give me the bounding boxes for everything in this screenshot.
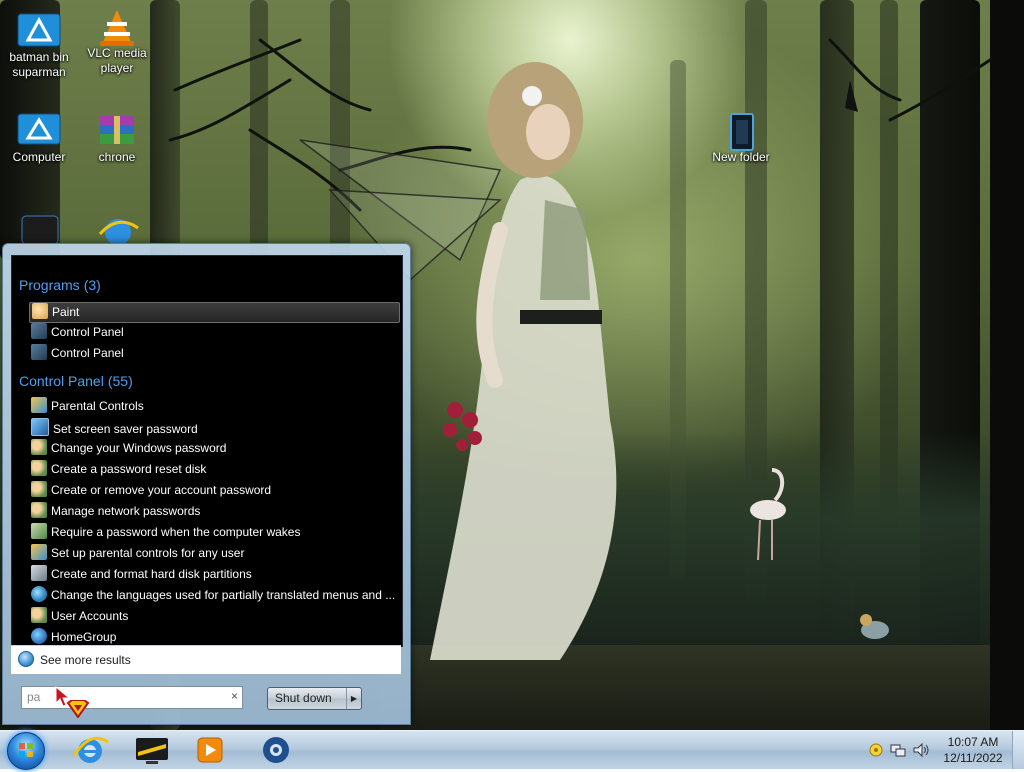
desktop-icon-label: chrone bbox=[98, 150, 136, 164]
folder-icon bbox=[719, 112, 763, 151]
result-label: Change your Windows password bbox=[51, 441, 227, 455]
result-label: Set screen saver password bbox=[53, 422, 198, 436]
users-icon bbox=[31, 439, 47, 455]
result-label: Create a password reset disk bbox=[51, 462, 207, 476]
result-paint[interactable]: Paint bbox=[29, 302, 400, 323]
clear-search-icon[interactable]: × bbox=[231, 689, 238, 703]
programs-group-header[interactable]: Programs (3) bbox=[19, 277, 101, 293]
desktop-icon-chrone[interactable]: chrone bbox=[78, 112, 156, 165]
start-button[interactable] bbox=[7, 732, 45, 770]
result-change-languages[interactable]: Change the languages used for partially … bbox=[29, 586, 398, 605]
vlc-cone-icon bbox=[95, 8, 139, 46]
result-parental-controls[interactable]: Parental Controls bbox=[29, 397, 398, 416]
users-icon bbox=[31, 460, 47, 476]
desktop-icon-label: batman bin bbox=[9, 50, 69, 64]
taskbar-media-center[interactable] bbox=[126, 732, 178, 768]
control-panel-header-count: (55) bbox=[107, 373, 133, 389]
result-label: Control Panel bbox=[51, 325, 124, 339]
desktop-icon-vlc-media-player[interactable]: VLC media player bbox=[78, 8, 156, 76]
control-panel-group-header[interactable]: Control Panel (55) bbox=[19, 373, 133, 389]
paint-palette-icon bbox=[32, 303, 48, 319]
result-password-reset-disk[interactable]: Create a password reset disk bbox=[29, 460, 398, 479]
desktop-icon-new-folder[interactable]: New folder bbox=[702, 112, 780, 165]
result-setup-parental-controls[interactable]: Set up parental controls for any user bbox=[29, 544, 398, 563]
result-label: Create and format hard disk partitions bbox=[51, 567, 252, 581]
admin-tools-icon bbox=[31, 565, 47, 581]
programs-header-count: (3) bbox=[83, 277, 101, 293]
result-label: Require a password when the computer wak… bbox=[51, 525, 301, 539]
taskbar-media-player[interactable] bbox=[184, 732, 236, 768]
media-center-icon bbox=[136, 738, 168, 764]
search-globe-icon bbox=[18, 651, 34, 667]
media-player-partial-icon bbox=[21, 215, 59, 244]
result-label: Control Panel bbox=[51, 346, 124, 360]
media-player-icon bbox=[197, 737, 223, 763]
taskbar-internet-explorer[interactable] bbox=[64, 732, 116, 768]
control-panel-icon bbox=[31, 323, 47, 339]
internet-explorer-icon bbox=[72, 736, 109, 763]
desktop-icon-label: New folder bbox=[712, 150, 770, 164]
result-change-windows-password[interactable]: Change your Windows password bbox=[29, 439, 398, 458]
taskbar-clock[interactable]: 10:07 AM 12/11/2022 bbox=[940, 734, 1006, 766]
result-require-password-on-wake[interactable]: Require a password when the computer wak… bbox=[29, 523, 398, 542]
start-search-input[interactable] bbox=[22, 687, 217, 706]
desktop-icon-label: VLC media bbox=[87, 46, 147, 60]
result-label: Manage network passwords bbox=[51, 504, 201, 518]
superman-cursor-badge-icon bbox=[66, 700, 90, 718]
result-label: Set up parental controls for any user bbox=[51, 546, 245, 560]
programs-header-label: Programs bbox=[19, 277, 80, 293]
action-center-flag-icon[interactable] bbox=[868, 742, 884, 758]
windows-logo-icon bbox=[19, 743, 33, 757]
result-control-panel[interactable]: Control Panel bbox=[29, 323, 398, 342]
result-disk-partitions[interactable]: Create and format hard disk partitions bbox=[29, 565, 398, 584]
volume-speaker-icon[interactable] bbox=[912, 742, 930, 758]
taskbar-pinned-app[interactable] bbox=[250, 732, 302, 768]
result-label: Paint bbox=[52, 305, 80, 319]
shutdown-options-arrow-icon[interactable]: ▶ bbox=[346, 688, 361, 709]
result-control-panel[interactable]: Control Panel bbox=[29, 344, 398, 363]
desktop-icon-label: suparman bbox=[12, 65, 66, 79]
result-manage-network-passwords[interactable]: Manage network passwords bbox=[29, 502, 398, 521]
desktop-icon-batman-bin-suparman[interactable]: batman bin suparman bbox=[0, 12, 78, 80]
desktop-icon-computer[interactable]: Computer bbox=[0, 112, 78, 165]
users-icon bbox=[31, 502, 47, 518]
monitor-icon bbox=[31, 418, 49, 436]
result-screen-saver-password[interactable]: Set screen saver password bbox=[29, 418, 398, 437]
desktop-icon-label: Computer bbox=[12, 150, 66, 164]
internet-explorer-partial-icon bbox=[98, 219, 139, 244]
result-label: HomeGroup bbox=[51, 630, 117, 644]
result-label: Change the languages used for partially … bbox=[51, 588, 396, 602]
see-more-label: See more results bbox=[40, 653, 131, 667]
region-globe-icon bbox=[31, 586, 47, 602]
clock-time: 10:07 AM bbox=[947, 735, 999, 749]
steam-like-icon bbox=[263, 737, 289, 763]
search-results-panel: Programs (3) Paint Control Panel Control … bbox=[11, 255, 403, 647]
result-label: Create or remove your account password bbox=[51, 483, 272, 497]
shutdown-button[interactable]: Shut down ▶ bbox=[267, 687, 362, 710]
users-icon bbox=[31, 607, 47, 623]
clock-date: 12/11/2022 bbox=[943, 751, 1003, 765]
parental-controls-icon bbox=[31, 544, 47, 560]
users-icon bbox=[31, 481, 47, 497]
result-user-accounts[interactable]: User Accounts bbox=[29, 607, 398, 626]
cyan-logo-icon bbox=[17, 12, 61, 48]
shutdown-label: Shut down bbox=[275, 691, 332, 705]
parental-controls-icon bbox=[31, 397, 47, 413]
taskbar: 10:07 AM 12/11/2022 bbox=[0, 730, 1024, 770]
winrar-books-icon bbox=[95, 112, 139, 148]
control-panel-icon bbox=[31, 344, 47, 360]
result-label: Parental Controls bbox=[51, 399, 144, 413]
control-panel-header-label: Control Panel bbox=[19, 373, 104, 389]
see-more-results-link[interactable]: See more results bbox=[11, 645, 401, 674]
desktop-icon-label: player bbox=[100, 61, 134, 75]
result-create-remove-account-password[interactable]: Create or remove your account password bbox=[29, 481, 398, 500]
homegroup-icon bbox=[31, 628, 47, 644]
computer-icon bbox=[17, 112, 61, 148]
result-label: User Accounts bbox=[51, 609, 129, 623]
power-options-icon bbox=[31, 523, 47, 539]
show-desktop-button[interactable] bbox=[1012, 731, 1024, 769]
network-icon[interactable] bbox=[890, 742, 906, 758]
start-menu: Programs (3) Paint Control Panel Control … bbox=[2, 243, 411, 725]
